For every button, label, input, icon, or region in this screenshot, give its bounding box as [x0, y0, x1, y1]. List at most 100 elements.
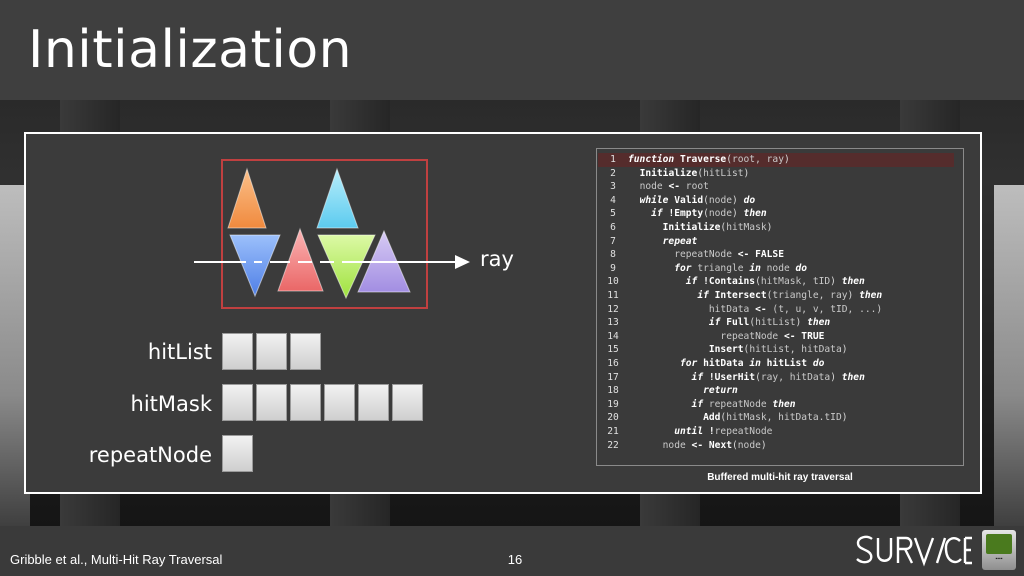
code-token: hitList — [755, 317, 796, 329]
code-token: if — [708, 317, 727, 329]
line-number: 5 — [610, 208, 616, 220]
code-token: !Contains — [703, 276, 756, 288]
code-token: then — [743, 208, 767, 220]
code-token: if — [691, 398, 709, 410]
code-token: Valid — [674, 194, 704, 206]
code-token: in — [749, 262, 767, 274]
line-number: 6 — [610, 222, 616, 233]
code-token: function — [628, 154, 680, 165]
code-token: ) — [841, 412, 848, 424]
code-token: return — [703, 385, 738, 397]
code-token: repeatNode — [708, 398, 773, 410]
line-number: 10 — [607, 276, 619, 288]
triangle-diagram — [194, 159, 470, 309]
code-text: if Full(hitList) then — [628, 316, 830, 330]
code-line: 13 if Full(hitList) then — [598, 316, 954, 330]
hitmask-cell — [392, 384, 423, 421]
line-number: 20 — [607, 412, 619, 424]
code-line: 11 if Intersect(triangle, ray) then — [598, 289, 954, 303]
code-token: hitData — [708, 303, 756, 315]
code-text: if Intersect(triangle, ray) then — [628, 289, 882, 303]
triangle-blue — [229, 234, 281, 298]
ray-label: ray — [480, 247, 514, 271]
triangle-orange — [227, 167, 267, 229]
code-token: ) — [847, 290, 860, 301]
code-text: repeatNode <- TRUE — [628, 330, 824, 344]
code-token: while — [639, 194, 675, 206]
code-token: then — [807, 317, 831, 329]
code-token: for — [674, 262, 698, 274]
code-token: Add — [703, 412, 721, 424]
code-token: node — [708, 194, 732, 206]
code-line: 15 Insert(hitList, hitData) — [598, 343, 954, 357]
code-token: then — [859, 290, 883, 301]
code-token: ) — [732, 194, 744, 206]
line-number: 13 — [607, 317, 619, 329]
code-line: 2 Initialize(hitList) — [598, 167, 954, 181]
code-line: 4 while Valid(node) do — [598, 194, 954, 208]
hitmask-label: hitMask — [130, 392, 212, 416]
code-text: node <- root — [628, 180, 709, 194]
code-token: do — [812, 358, 825, 369]
code-text: Initialize(hitList) — [628, 167, 750, 181]
line-number: 22 — [607, 439, 619, 451]
code-token: <- — [755, 303, 767, 315]
hitlist-cell — [290, 333, 321, 370]
code-line: 10 if !Contains(hitMask, tID) then — [598, 275, 954, 289]
code-token: node — [708, 208, 732, 220]
line-number: 9 — [610, 262, 616, 274]
code-line: 5 if !Empty(node) then — [598, 207, 954, 221]
code-token: Intersect — [714, 290, 767, 301]
repeatnode-label: repeatNode — [88, 443, 212, 467]
code-token: node — [662, 439, 692, 451]
code-token: then — [841, 276, 865, 288]
hitmask-cell — [324, 384, 355, 421]
ray-arrowhead-icon — [455, 255, 470, 269]
code-token: ) — [743, 167, 750, 179]
code-text: function Traverse(root, ray) — [628, 153, 790, 167]
code-token: hitList — [766, 358, 813, 369]
code-token: do — [795, 262, 808, 274]
hitlist-label: hitList — [147, 340, 212, 364]
code-token: hitMask, hitData.tID — [726, 412, 842, 424]
code-line: 3 node <- root — [598, 180, 954, 194]
code-token: root — [680, 181, 709, 193]
code-line: 1 function Traverse(root, ray) — [598, 153, 954, 167]
code-text: Add(hitMask, hitData.tID) — [628, 411, 848, 425]
line-number: 3 — [610, 181, 616, 193]
line-number: 1 — [610, 154, 616, 165]
line-number: 14 — [607, 330, 619, 342]
code-token: hitData — [703, 358, 750, 369]
code-token: hitMask, tID — [760, 276, 831, 288]
code-line: 18 return — [598, 384, 954, 398]
line-number: 19 — [607, 398, 619, 410]
line-number: 18 — [607, 385, 619, 397]
code-token: repeatNode — [714, 426, 773, 437]
code-line: 9 for triangle in node do — [598, 262, 954, 276]
pseudocode-panel: 1 function Traverse(root, ray) 2 Initializ… — [596, 148, 964, 466]
code-token: !Empty — [668, 208, 704, 220]
code-token: node — [639, 181, 669, 193]
line-number: 7 — [610, 235, 616, 247]
survice-logo-mark — [856, 535, 972, 567]
code-line: 6 Initialize(hitMask) — [598, 221, 954, 235]
code-token: ) — [731, 208, 744, 220]
triangle-red — [277, 227, 324, 292]
code-token: repeatNode — [674, 249, 738, 261]
code-token: then — [772, 398, 796, 410]
slide-title: Initialization — [28, 20, 353, 80]
code-text: for triangle in node do — [628, 262, 807, 276]
nvidia-logo-mark: ▪▪▪▪ — [995, 556, 1003, 562]
code-text: until !repeatNode — [628, 425, 772, 439]
